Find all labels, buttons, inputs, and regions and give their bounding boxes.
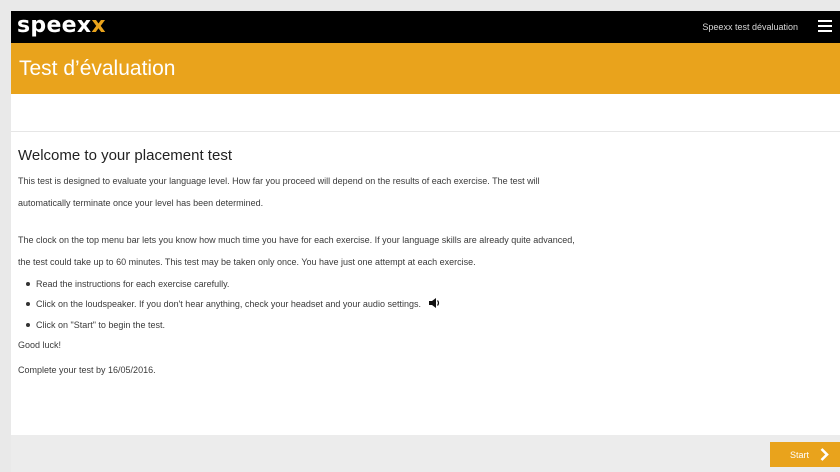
start-button[interactable]: Start <box>770 442 840 467</box>
speaker-icon[interactable] <box>428 298 441 311</box>
clock-line-2: the test could take up to 60 minutes. Th… <box>18 257 476 267</box>
deadline-text: Complete your test by 16/05/2016. <box>18 365 156 375</box>
intro-paragraph: This test is designed to evaluate your l… <box>18 175 818 209</box>
hamburger-menu-icon[interactable] <box>818 20 832 33</box>
welcome-heading: Welcome to your placement test <box>18 147 232 164</box>
list-item: Click on "Start" to begin the test. <box>26 319 818 331</box>
page-title: Test d’évaluation <box>19 57 176 80</box>
divider <box>11 131 840 132</box>
list-item: Read the instructions for each exercise … <box>26 278 818 290</box>
page-banner: Test d’évaluation <box>11 43 840 94</box>
speexx-logo: speexx <box>17 13 106 38</box>
test-name-label: Speexx test dévaluation <box>702 22 798 32</box>
instruction-list: Read the instructions for each exercise … <box>18 278 818 331</box>
clock-line-1: The clock on the top menu bar lets you k… <box>18 235 575 245</box>
instructions-content: Welcome to your placement test This test… <box>18 146 818 376</box>
app-frame: speexx Speexx test dévaluation Test d’év… <box>11 11 840 472</box>
list-item: Click on the loudspeaker. If you don't h… <box>26 298 818 311</box>
intro-line-2: automatically terminate once your level … <box>18 198 264 208</box>
chevron-right-icon <box>820 448 829 463</box>
footer-bar: Start <box>11 435 840 472</box>
good-luck-text: Good luck! <box>18 340 62 350</box>
clock-paragraph: The clock on the top menu bar lets you k… <box>18 234 818 268</box>
start-button-label: Start <box>790 450 810 460</box>
intro-line-1: This test is designed to evaluate your l… <box>18 176 540 186</box>
top-menu-bar: speexx Speexx test dévaluation <box>11 11 840 43</box>
